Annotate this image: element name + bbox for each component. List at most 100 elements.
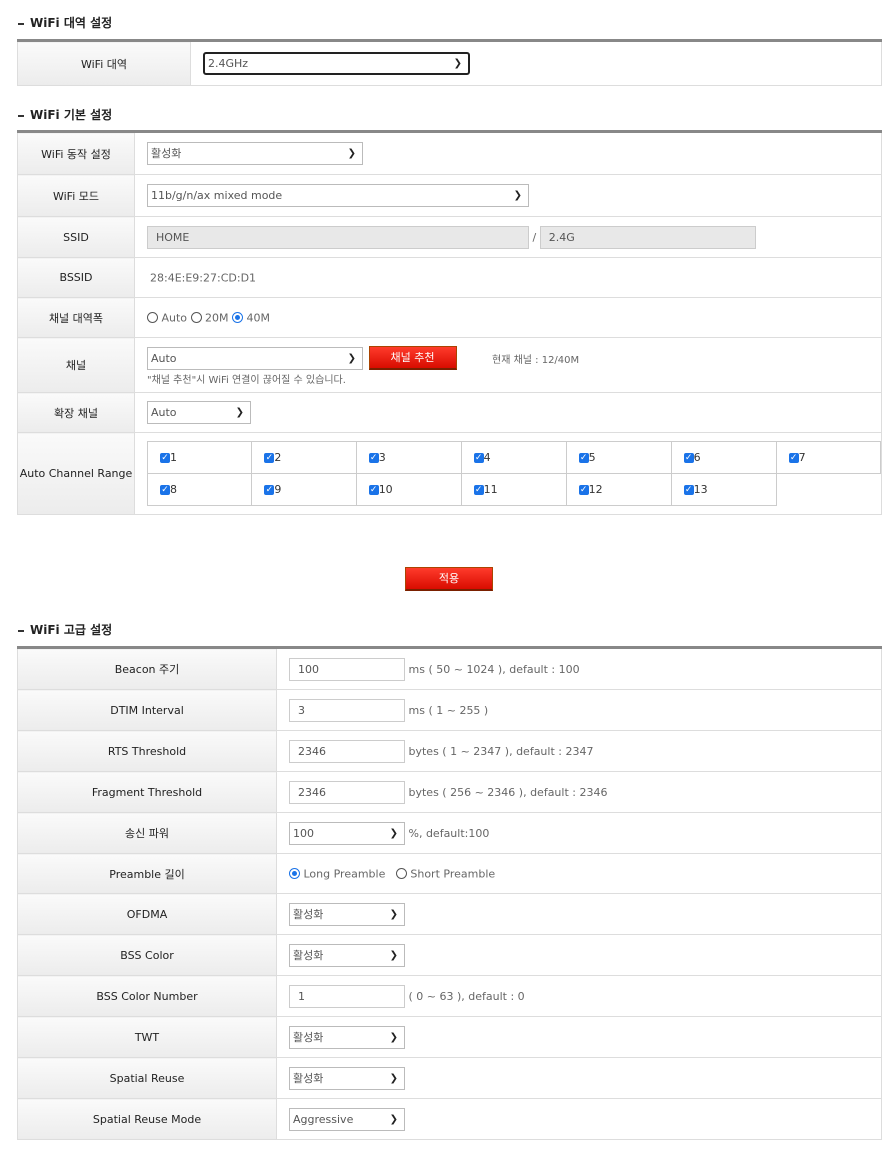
- bss-color-value: 활성화: [293, 948, 324, 962]
- channel-range-empty-cell: [776, 474, 880, 506]
- channel-checkbox[interactable]: ✓: [264, 485, 275, 495]
- channel-checkbox[interactable]: ✓: [160, 485, 170, 495]
- channel-checkbox[interactable]: ✓: [368, 485, 379, 495]
- channel-checkbox[interactable]: ✓: [578, 485, 589, 495]
- channel-recommend-button[interactable]: 채널 추천: [368, 346, 457, 370]
- channel-checkbox[interactable]: ✓: [683, 485, 694, 495]
- channel-value: Auto: [151, 351, 177, 365]
- ssid-suffix-input[interactable]: 2.4G: [539, 225, 756, 249]
- chevron-down-icon: ❯: [453, 58, 462, 69]
- chevron-down-icon: ❯: [235, 407, 244, 418]
- spatial-reuse-select[interactable]: 활성화 ❯: [289, 1066, 405, 1090]
- channel-range-cell: ✓11: [460, 473, 567, 506]
- channel-select[interactable]: Auto ❯: [147, 346, 363, 370]
- ofdma-select[interactable]: 활성화 ❯: [289, 902, 405, 926]
- channel-checkbox[interactable]: ✓: [473, 485, 484, 495]
- channel-checkbox-label: 9: [274, 483, 282, 496]
- channel-range-cell: ✓4: [460, 441, 567, 474]
- dtim-label: DTIM Interval: [17, 689, 277, 731]
- basic-table: WiFi 동작 설정 활성화 ❯ WiFi 모드 11b/g/n/ax mixed…: [17, 130, 882, 515]
- channel-checkbox[interactable]: ✓: [788, 453, 799, 463]
- current-channel-text: 현재 채널 : 12/40M: [492, 354, 580, 366]
- channel-checkbox-label: 10: [378, 483, 393, 496]
- channel-checkbox-label: 6: [693, 451, 701, 464]
- ext-channel-select[interactable]: Auto ❯: [147, 401, 251, 424]
- band-select-value: 2.4GHz: [208, 57, 249, 70]
- channel-range-cell: ✓13: [670, 473, 777, 506]
- channel-label: 채널: [17, 337, 135, 393]
- ext-channel-value: Auto: [151, 406, 177, 419]
- advanced-section-title-text: WiFi 고급 설정: [30, 623, 113, 637]
- rts-note: bytes ( 1 ~ 2347 ), default : 2347: [408, 744, 594, 758]
- chevron-down-icon: ❯: [389, 949, 398, 961]
- chevron-down-icon: ❯: [389, 1031, 398, 1043]
- channel-range-cell: ✓5: [565, 441, 672, 474]
- spatial-reuse-mode-select[interactable]: Aggressive ❯: [289, 1107, 405, 1131]
- basic-section-title: WiFi 기본 설정: [18, 106, 112, 123]
- frag-input[interactable]: 2346: [289, 780, 405, 804]
- channel-range-cell: ✓6: [670, 441, 777, 474]
- preamble-short-radio[interactable]: [395, 868, 407, 880]
- channel-checkbox-label: 2: [274, 451, 282, 464]
- rts-label: RTS Threshold: [17, 730, 277, 772]
- power-note: %, default:100: [408, 826, 490, 840]
- bss-color-num-label: BSS Color Number: [17, 975, 277, 1017]
- wifi-mode-select[interactable]: 11b/g/n/ax mixed mode ❯: [147, 184, 529, 207]
- beacon-input[interactable]: 100: [289, 657, 405, 681]
- ssid-input[interactable]: HOME: [147, 225, 529, 249]
- preamble-short-label: Short Preamble: [410, 867, 496, 881]
- bssid-label: BSSID: [17, 257, 135, 298]
- dtim-note: ms ( 1 ~ 255 ): [408, 703, 489, 717]
- dtim-input[interactable]: 3: [289, 698, 405, 722]
- ssid-label: SSID: [17, 216, 135, 258]
- channel-range-cell: ✓10: [355, 473, 462, 506]
- bandwidth-40m-radio[interactable]: [232, 312, 244, 324]
- channel-checkbox[interactable]: ✓: [578, 453, 589, 463]
- channel-checkbox-label: 11: [483, 483, 498, 496]
- channel-checkbox[interactable]: ✓: [683, 453, 694, 463]
- channel-checkbox[interactable]: ✓: [473, 453, 484, 463]
- channel-range-cell: ✓12: [565, 473, 672, 506]
- twt-label: TWT: [17, 1016, 277, 1058]
- channel-checkbox-label: 12: [588, 483, 603, 496]
- bandwidth-auto-radio[interactable]: [147, 312, 158, 324]
- bss-color-select[interactable]: 활성화 ❯: [289, 943, 405, 967]
- channel-checkbox[interactable]: ✓: [160, 453, 170, 463]
- preamble-long-radio[interactable]: [289, 868, 300, 880]
- channel-range-cell: ✓7: [775, 441, 882, 474]
- band-table: WiFi 대역 2.4GHz ❯: [17, 39, 882, 86]
- bss-color-num-input[interactable]: 1: [289, 984, 405, 1008]
- channel-notice: "채널 추천"시 WiFi 연결이 끊어질 수 있습니다.: [147, 375, 346, 386]
- spatial-reuse-value: 활성화: [293, 1071, 324, 1085]
- channel-checkbox[interactable]: ✓: [264, 453, 275, 463]
- power-select[interactable]: 100 ❯: [289, 821, 405, 845]
- power-value: 100: [293, 826, 314, 840]
- rts-input[interactable]: 2346: [289, 739, 405, 763]
- twt-select[interactable]: 활성화 ❯: [289, 1025, 405, 1049]
- band-select[interactable]: 2.4GHz ❯: [203, 52, 470, 75]
- chevron-down-icon: ❯: [347, 148, 356, 159]
- mode-enable-select[interactable]: 활성화 ❯: [147, 142, 363, 165]
- wifi-mode-label: WiFi 모드: [17, 174, 135, 217]
- mode-enable-value: 활성화: [151, 147, 182, 160]
- band-label: WiFi 대역: [17, 40, 191, 86]
- band-section-title-text: WiFi 대역 설정: [30, 16, 113, 30]
- advanced-section-title: WiFi 고급 설정: [18, 621, 112, 638]
- spatial-reuse-mode-label: Spatial Reuse Mode: [17, 1098, 277, 1140]
- channel-range-cell: ✓2: [251, 441, 357, 474]
- bullet-icon: [18, 629, 24, 632]
- channel-checkbox-label: 8: [170, 483, 177, 496]
- chevron-down-icon: ❯: [389, 908, 398, 920]
- bandwidth-20m-radio[interactable]: [190, 312, 202, 324]
- auto-range-label: Auto Channel Range: [17, 432, 135, 515]
- bss-color-num-note: ( 0 ~ 63 ), default : 0: [408, 989, 525, 1003]
- ext-channel-label: 확장 채널: [17, 392, 135, 433]
- channel-checkbox-label: 3: [378, 451, 386, 464]
- bssid-value: 28:4E:E9:27:CD:D1: [150, 271, 257, 285]
- beacon-label: Beacon 주기: [17, 647, 277, 690]
- mode-enable-label: WiFi 동작 설정: [17, 131, 135, 175]
- channel-checkbox-label: 4: [483, 451, 491, 464]
- channel-checkbox[interactable]: ✓: [368, 453, 379, 463]
- apply-button[interactable]: 적용: [405, 567, 493, 591]
- power-label: 송신 파워: [17, 812, 277, 854]
